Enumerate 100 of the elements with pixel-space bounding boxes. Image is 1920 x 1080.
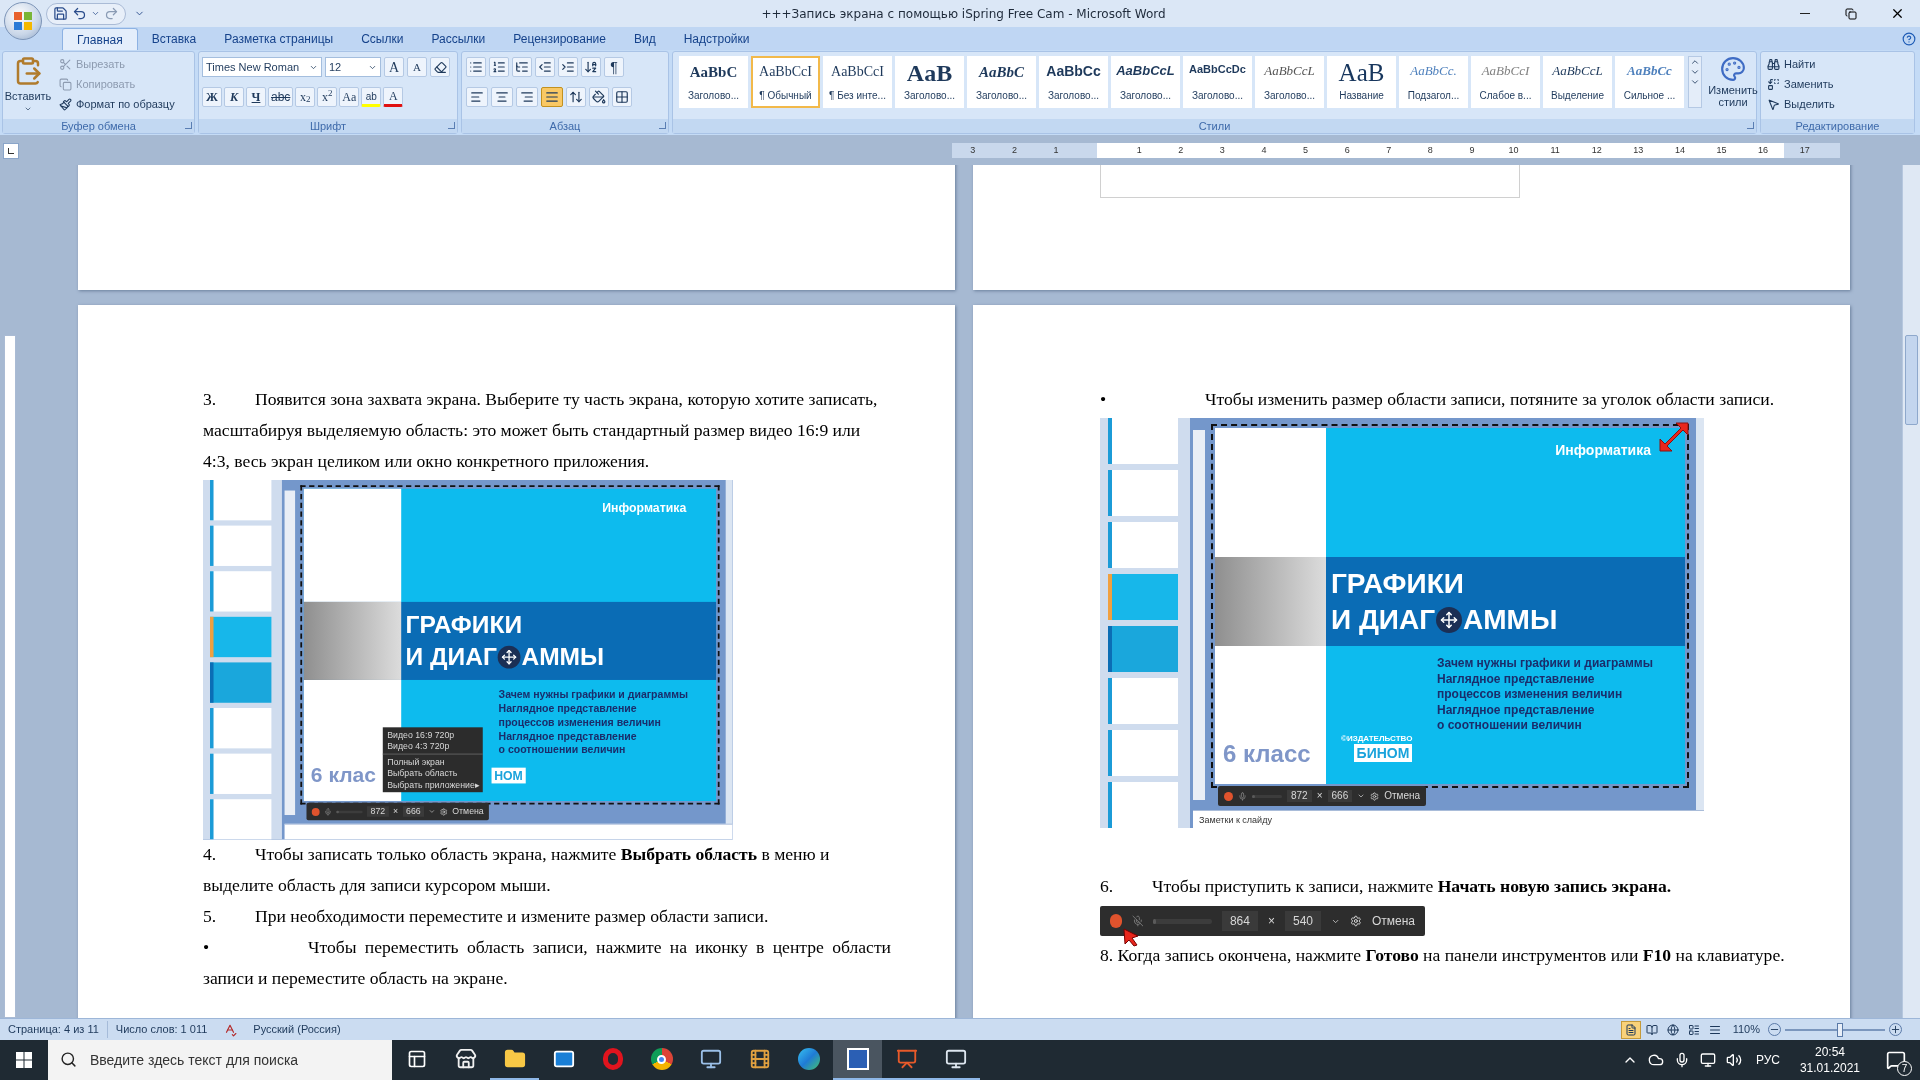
sort-button[interactable] [581,57,601,77]
dialog-launcher-icon[interactable] [659,122,666,129]
vertical-scrollbar[interactable] [1902,165,1920,1018]
clock-time[interactable]: 20:54 [1814,1044,1845,1060]
caret-icon[interactable] [91,9,100,18]
zoom-thumb[interactable] [1837,1022,1843,1037]
font-name-combo[interactable]: Times New Roman [202,57,322,77]
style-item[interactable]: AaBbC Заголово... [967,56,1036,108]
shading-button[interactable] [589,87,609,107]
cloud-icon[interactable] [1647,1052,1664,1068]
zoom-in-icon[interactable] [1889,1023,1902,1036]
format-button[interactable]: abc [268,87,294,107]
cancel-button[interactable]: Отмена [452,806,484,817]
caret-icon[interactable] [1357,792,1366,800]
style-item[interactable]: AaBbCcI Слабое в... [1471,56,1540,108]
clipboard-command[interactable]: Формат по образцу [59,95,175,113]
style-item[interactable]: AaBbCcL Выделение [1543,56,1612,108]
dialog-launcher-icon[interactable] [1747,122,1754,129]
format-button[interactable]: x$_{2}$ [295,87,316,107]
decrease-indent-button[interactable] [535,57,555,77]
width-field[interactable]: 864 [1221,910,1258,932]
scroll-thumb[interactable] [1905,335,1918,425]
line-spacing-button[interactable] [566,87,586,107]
style-item[interactable]: AaBbCc Сильное ... [1615,56,1684,108]
highlight-button[interactable]: ab [361,87,382,107]
menu-item[interactable]: Полный экран [382,756,483,768]
font-color-button[interactable]: A [383,87,404,107]
settings-icon[interactable] [440,807,448,816]
ribbon-tab[interactable]: Вид [619,28,670,50]
numbering-button[interactable] [489,57,509,77]
word-count[interactable]: Число слов: 1 011 [106,1021,216,1038]
menu-item[interactable]: Видео 16:9 720p [382,729,483,741]
cancel-button[interactable]: Отмена [1371,913,1415,929]
ribbon-tab[interactable]: Разметка страницы [210,28,348,50]
language-label[interactable]: Русский (Россия) [245,1021,349,1038]
style-item[interactable]: AaBbCc. Подзагол... [1399,56,1468,108]
format-button[interactable]: Ж [202,87,222,107]
bullets-button[interactable] [466,57,486,77]
change-styles-button[interactable]: Изменить стили [1705,56,1761,108]
mic-icon[interactable] [1238,791,1247,801]
help-icon[interactable] [1902,32,1916,46]
view-button[interactable] [1620,1020,1641,1039]
editing-command[interactable]: Заменить [1767,75,1835,93]
dialog-launcher-icon[interactable] [448,122,455,129]
input-language[interactable]: РУС [1751,1051,1784,1069]
cancel-button[interactable]: Отмена [1384,790,1421,802]
height-field[interactable]: 540 [1285,910,1321,932]
editing-command[interactable]: Найти [1767,55,1835,73]
clear-format-button[interactable] [430,57,450,77]
record-button[interactable] [1224,791,1233,801]
ribbon-tab[interactable]: Вставка [137,28,211,50]
undo-icon[interactable] [72,6,87,21]
style-item[interactable]: AaBbCcI ¶ Без инте... [823,56,892,108]
search-field[interactable]: Введите здесь текст для поиска [48,1040,392,1080]
record-button[interactable] [311,807,320,816]
menu-item[interactable]: Видео 4:3 720p [382,740,483,755]
align-button[interactable] [466,87,488,107]
style-item[interactable]: AaBbCcL Заголово... [1111,56,1180,108]
shrink-font-button[interactable]: A [407,57,427,77]
ribbon-tab[interactable]: Надстройки [669,28,764,50]
clock-date[interactable]: 31.01.2021 [1799,1060,1860,1076]
zoom-level[interactable]: 110% [1724,1021,1768,1038]
menu-item[interactable]: Выбрать область [382,767,483,780]
editing-command[interactable]: Выделить [1767,95,1835,113]
tab-selector[interactable] [3,143,19,159]
horizontal-ruler[interactable]: 3 2 1 1 2 3 4 5 6 7 8 9 10 11 12 13 14 15 16 17 [952,143,1840,158]
volume-slider[interactable] [1153,918,1212,924]
format-button[interactable]: Aa [339,87,360,107]
ribbon-tab[interactable]: Ссылки [347,28,418,50]
width-field[interactable]: 872 [1287,790,1312,802]
mic-muted-icon[interactable] [1131,914,1144,928]
network-icon[interactable] [1699,1052,1716,1068]
increase-indent-button[interactable] [558,57,578,77]
settings-icon[interactable] [1350,914,1362,928]
borders-button[interactable] [612,87,632,107]
ribbon-tab[interactable]: Главная [62,28,138,50]
style-item[interactable]: AaBbCcI ¶ Обычный [751,56,820,108]
volume-icon[interactable] [1725,1052,1742,1068]
office-button[interactable] [4,2,42,40]
height-field[interactable]: 666 [402,806,425,817]
style-item[interactable]: AaB Заголово... [895,56,964,108]
show-marks-button[interactable]: ¶ [604,57,624,77]
font-size-combo[interactable]: 12 [325,57,381,77]
dialog-launcher-icon[interactable] [185,122,192,129]
menu-item[interactable]: Выбрать приложение▸ [382,779,483,791]
style-item[interactable]: AaBbC Заголово... [679,56,748,108]
format-button[interactable]: К [224,87,244,107]
align-button[interactable] [491,87,513,107]
height-field[interactable]: 666 [1327,790,1353,802]
zoom-slider[interactable] [1785,1022,1885,1037]
style-item[interactable]: AaBbCcL Заголово... [1255,56,1324,108]
ribbon-tab[interactable]: Рассылки [417,28,500,50]
spelling-icon[interactable] [223,1022,238,1037]
ribbon-tab[interactable]: Рецензирование [499,28,620,50]
page-count[interactable]: Страница: 4 из 11 [0,1021,107,1038]
taskbar-app[interactable] [833,1040,882,1080]
format-button[interactable]: x$^{2}$ [317,87,338,107]
style-item[interactable]: AaBbCcDc Заголово... [1183,56,1252,108]
settings-icon[interactable] [1370,791,1380,801]
format-button[interactable]: Ч [246,87,266,107]
